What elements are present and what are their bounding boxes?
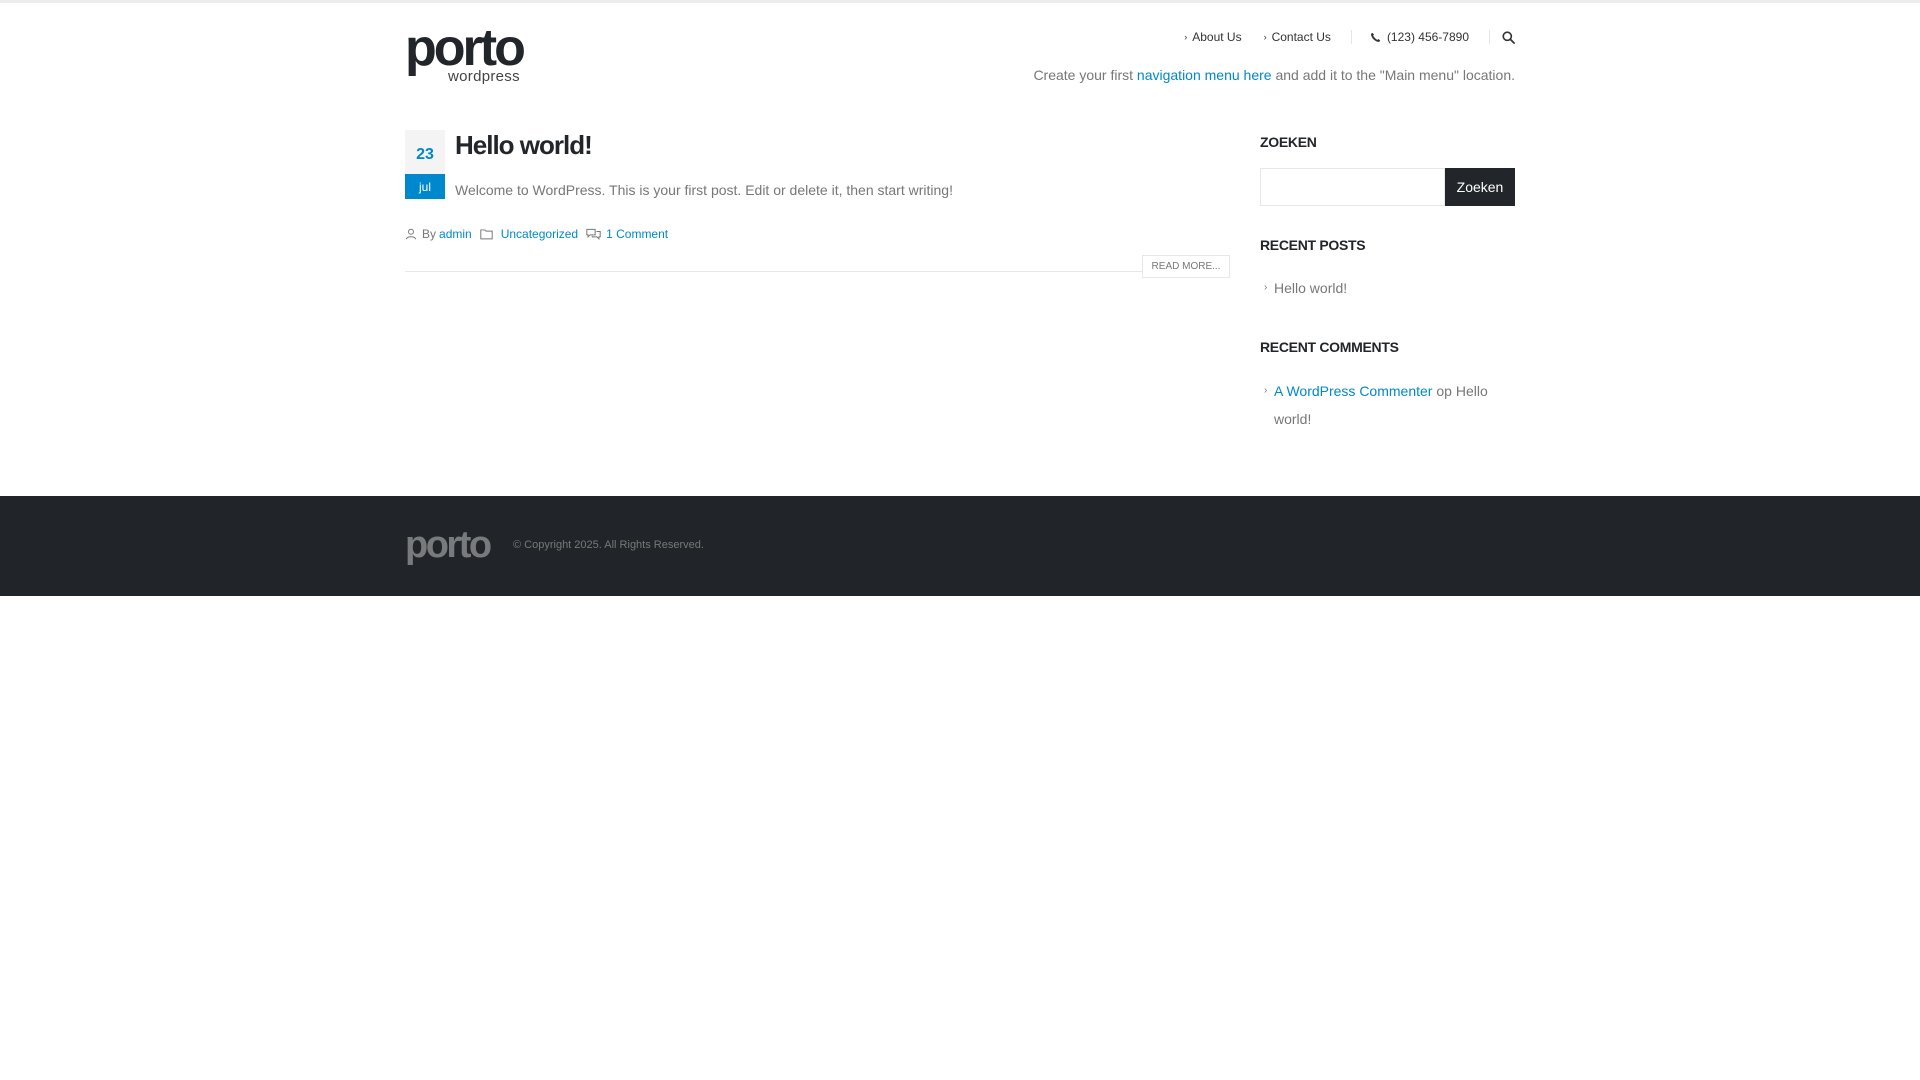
folder-icon	[480, 229, 493, 240]
nav-link-about-us[interactable]: › About Us	[1184, 30, 1241, 44]
chevron-right-icon: ›	[1263, 32, 1267, 42]
post-category-link[interactable]: Uncategorized	[501, 227, 578, 241]
search-submit-button[interactable]: Zoeken	[1445, 168, 1515, 206]
chevron-right-icon: ›	[1264, 282, 1268, 293]
post-comments-link[interactable]: 1 Comment	[606, 227, 668, 241]
read-more-button[interactable]: READ MORE...	[1142, 255, 1230, 278]
recent-comment-text: A WordPress Commenter op Hello world!	[1274, 377, 1514, 433]
post-date: 23 jul	[405, 130, 445, 199]
post-meta: By admin Uncategorized 1 Comment	[405, 227, 676, 241]
footer-logo[interactable]: porto	[405, 526, 492, 564]
logo-wordmark: porto	[405, 19, 526, 77]
top-navigation: › About Us › Contact Us (123) 456-7890	[1162, 28, 1515, 46]
menu-notice-suffix: and add it to the "Main menu" location.	[1275, 67, 1515, 83]
phone-number: (123) 456-7890	[1370, 30, 1469, 44]
search-input[interactable]	[1260, 168, 1445, 206]
post-title[interactable]: Hello world!	[455, 130, 593, 161]
chevron-right-icon: ›	[1184, 32, 1188, 42]
comment-connector: op	[1436, 383, 1452, 399]
post-date-month: jul	[405, 174, 445, 199]
comments-icon	[586, 228, 601, 240]
user-icon	[406, 228, 416, 240]
logo-subtitle: wordpress	[448, 68, 520, 85]
nav-divider	[1489, 30, 1490, 44]
search-widget-title: ZOEKEN	[1260, 134, 1317, 150]
post-author: By admin	[405, 227, 472, 241]
menu-notice-prefix: Create your first	[1033, 67, 1134, 83]
search-icon	[1502, 30, 1515, 44]
menu-notice: Create your first navigation menu here a…	[1033, 67, 1515, 83]
post-author-prefix: By	[422, 227, 437, 241]
post-comments: 1 Comment	[586, 227, 668, 241]
menu-notice-link[interactable]: navigation menu here	[1137, 67, 1272, 83]
site-footer: porto © Copyright 2025. All Rights Reser…	[0, 496, 1920, 596]
post-divider	[405, 271, 1230, 272]
nav-link-contact-us[interactable]: › Contact Us	[1264, 30, 1331, 44]
comment-author-link[interactable]: A WordPress Commenter	[1274, 383, 1432, 399]
recent-post-item[interactable]: › Hello world!	[1264, 274, 1514, 302]
nav-divider	[1350, 30, 1352, 44]
nav-link-label: Contact Us	[1271, 30, 1331, 44]
footer-copyright: © Copyright 2025. All Rights Reserved.	[513, 539, 704, 551]
recent-posts-title: RECENT POSTS	[1260, 237, 1366, 253]
post-excerpt: Welcome to WordPress. This is your first…	[455, 182, 953, 198]
top-border	[0, 0, 1920, 3]
phone-label: (123) 456-7890	[1386, 30, 1469, 44]
post-date-day: 23	[405, 130, 445, 174]
recent-comments-title: RECENT COMMENTS	[1260, 339, 1399, 355]
post-author-link[interactable]: admin	[439, 227, 472, 241]
header-search-button[interactable]	[1502, 30, 1515, 44]
chevron-right-icon: ›	[1264, 385, 1268, 396]
post-category: Uncategorized	[480, 227, 578, 241]
recent-comment-item: › A WordPress Commenter op Hello world!	[1264, 377, 1514, 433]
phone-icon	[1370, 32, 1381, 42]
nav-link-label: About Us	[1192, 30, 1242, 44]
site-logo[interactable]: porto wordpress	[405, 22, 526, 86]
recent-post-link[interactable]: Hello world!	[1274, 274, 1514, 302]
